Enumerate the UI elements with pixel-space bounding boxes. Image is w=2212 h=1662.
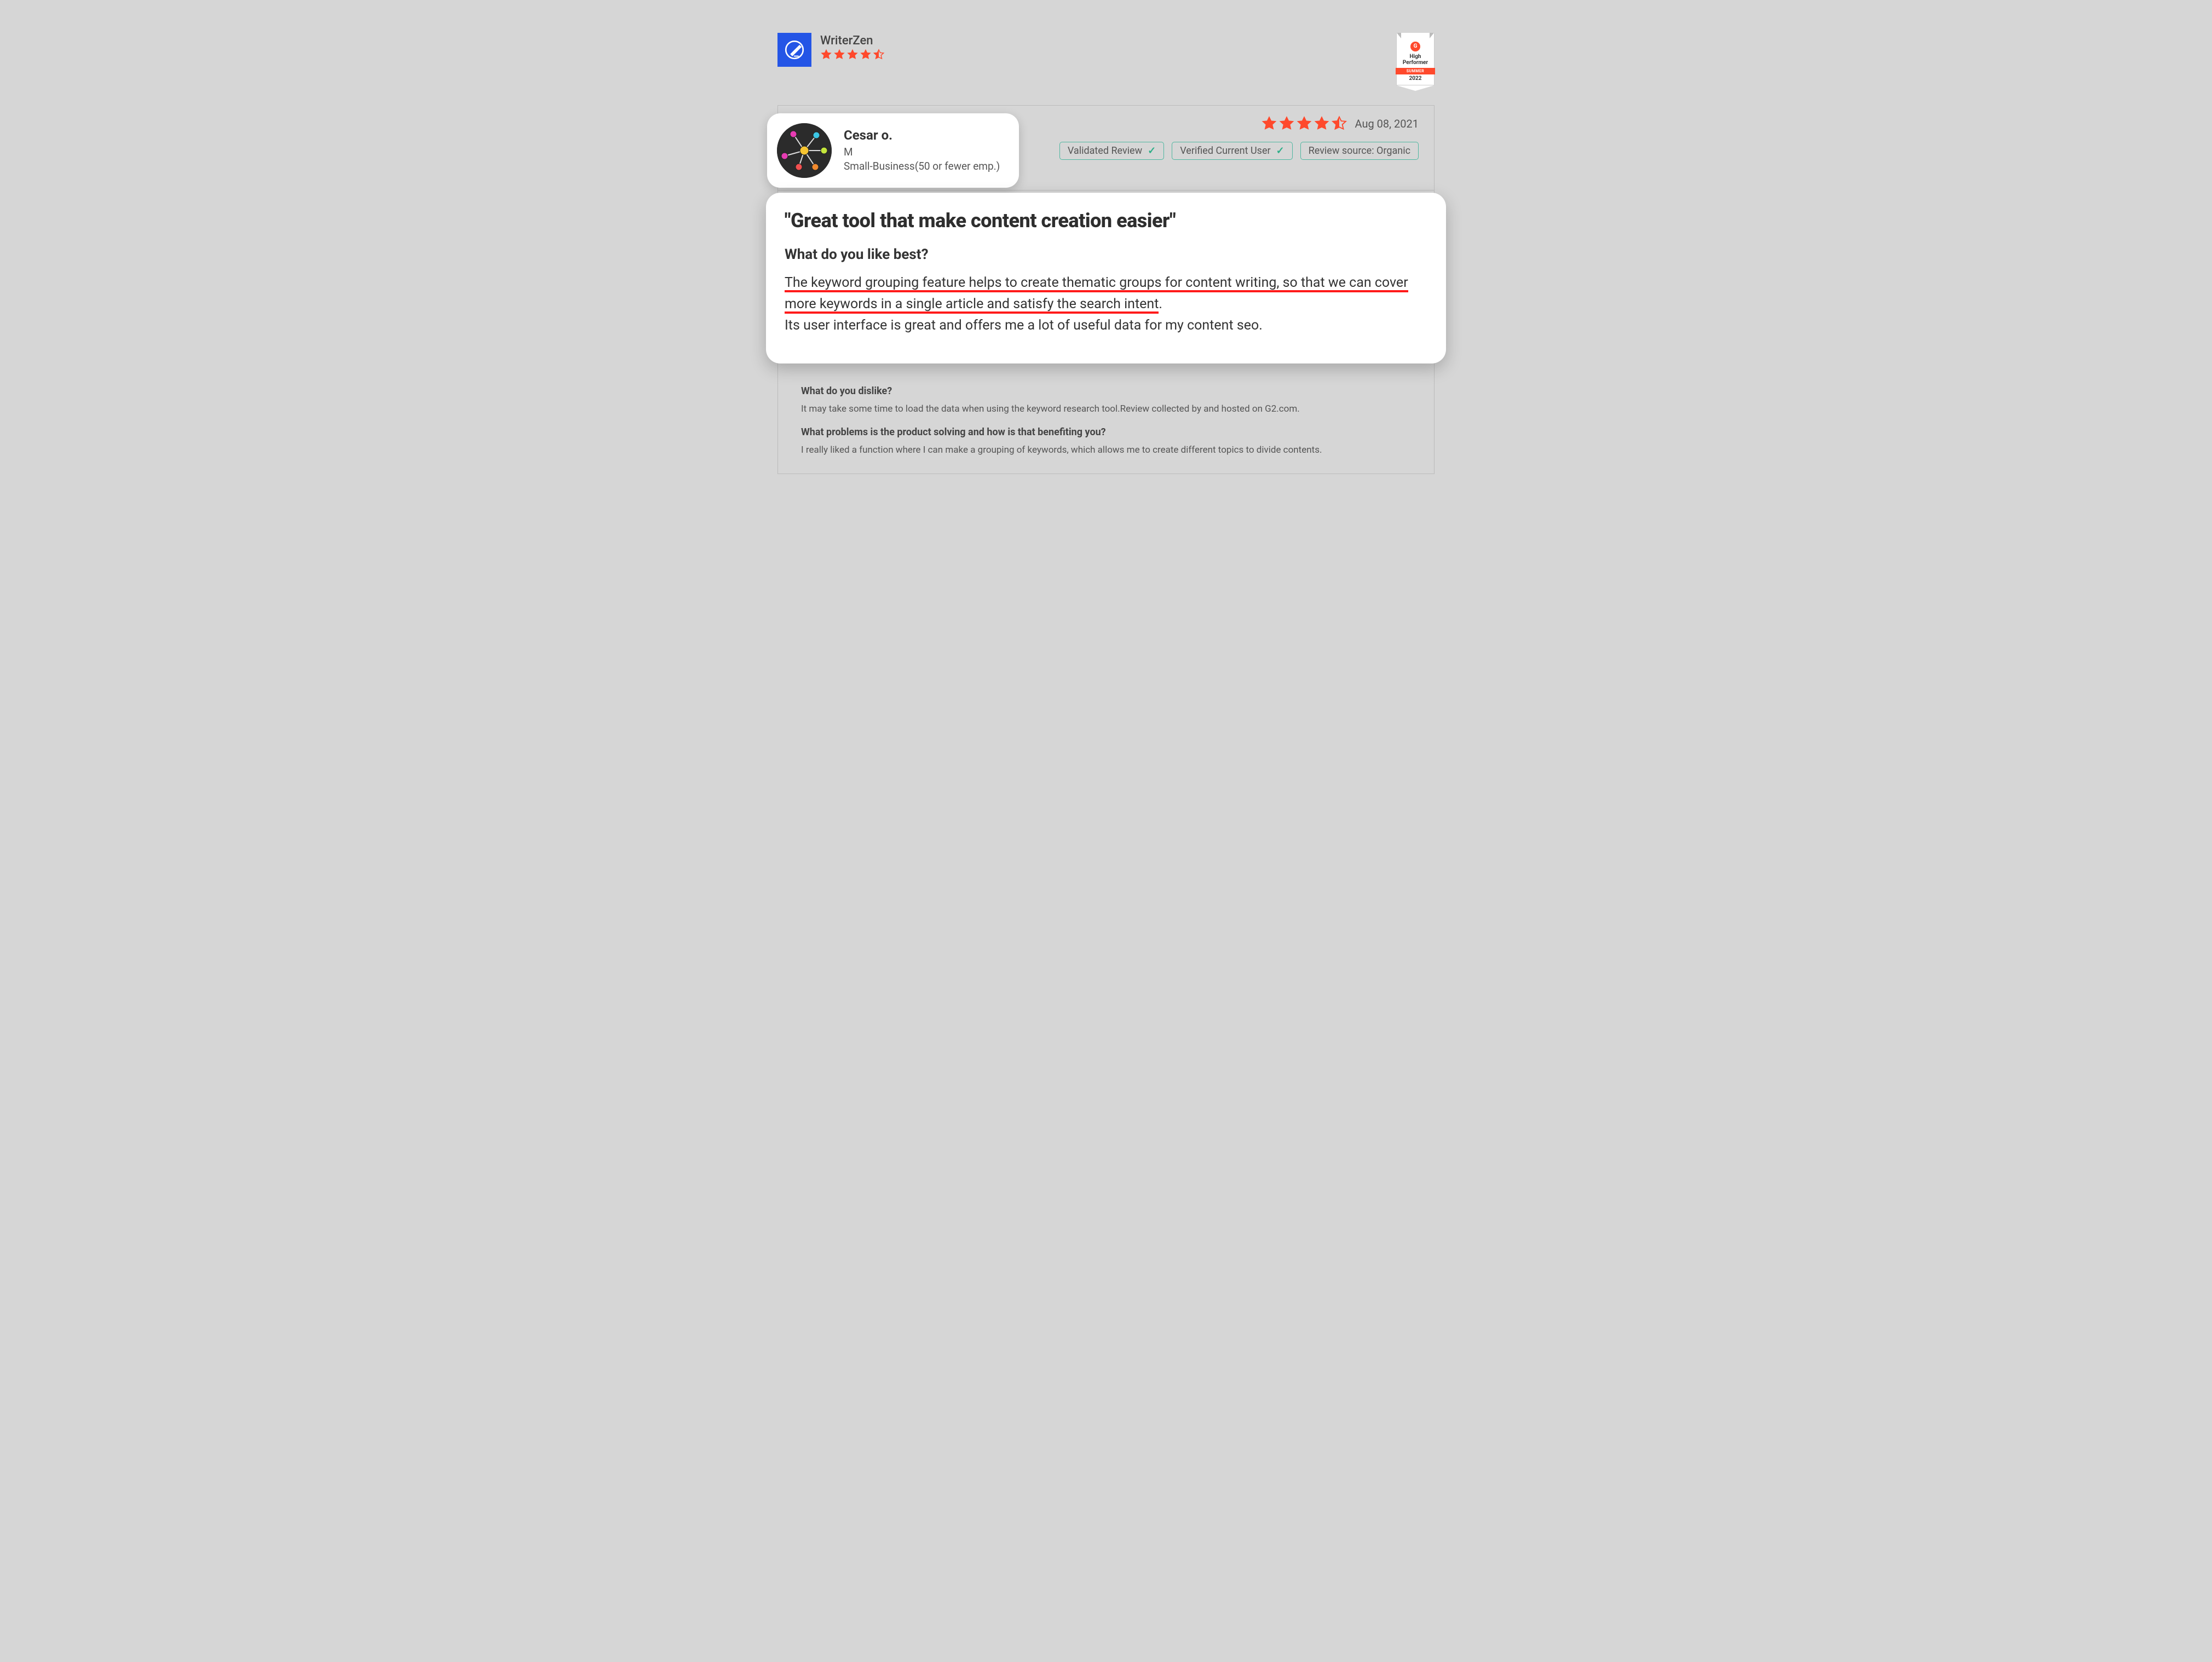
writerzen-logo-icon <box>783 38 806 61</box>
review-date: Aug 08, 2021 <box>1355 117 1419 130</box>
g2-logo-icon: G <box>1410 42 1420 51</box>
review-stars <box>1261 116 1347 132</box>
product-block: WriterZen <box>777 33 885 67</box>
answer-dislike: It may take some time to load the data w… <box>801 402 1411 417</box>
product-name: WriterZen <box>820 34 885 48</box>
badge-verified-user: Verified Current User ✓ <box>1172 142 1292 160</box>
answer-like-best: The keyword grouping feature helps to cr… <box>785 273 1427 336</box>
badge-validated-label: Validated Review <box>1068 145 1142 157</box>
review-screenshot: WriterZen G High Performer SUMMER 2022 <box>777 33 1435 474</box>
g2-badge-label: High Performer <box>1399 54 1432 66</box>
badges-row: Validated Review ✓ Verified Current User… <box>1059 142 1419 160</box>
secondary-qa: What do you dislike? It may take some ti… <box>778 363 1434 463</box>
badge-verified-label: Verified Current User <box>1180 145 1270 157</box>
product-logo <box>777 33 811 67</box>
reviewer-line1: M <box>844 145 1000 159</box>
question-like-best: What do you like best? <box>785 246 1427 263</box>
question-problems: What problems is the product solving and… <box>801 426 1411 438</box>
answer-rest: Its user interface is great and offers m… <box>785 318 1263 333</box>
header-row: WriterZen G High Performer SUMMER 2022 <box>777 33 1435 91</box>
badge-source: Review source: Organic <box>1300 142 1419 160</box>
question-dislike: What do you dislike? <box>801 385 1411 397</box>
reviewer-pod: Cesar o. M Small-Business(50 or fewer em… <box>767 113 1019 188</box>
review-title: "Great tool that make content creation e… <box>785 209 1427 232</box>
reviewer-info: Cesar o. M Small-Business(50 or fewer em… <box>844 128 1000 173</box>
badge-validated: Validated Review ✓ <box>1059 142 1164 160</box>
product-meta: WriterZen <box>820 33 885 61</box>
answer-problems: I really liked a function where I can ma… <box>801 443 1411 458</box>
review-card: Cesar o. M Small-Business(50 or fewer em… <box>777 105 1435 474</box>
badge-source-label: Review source: Organic <box>1309 145 1410 157</box>
g2-badge: G High Performer SUMMER 2022 <box>1396 33 1435 91</box>
highlight-body: "Great tool that make content creation e… <box>766 193 1446 363</box>
g2-badge-year: 2022 <box>1399 74 1432 83</box>
reviewer-avatar <box>777 123 832 178</box>
g2-badge-ribbon: SUMMER <box>1396 68 1435 74</box>
check-icon: ✓ <box>1148 145 1156 157</box>
check-icon: ✓ <box>1276 145 1284 157</box>
rating-block: Aug 08, 2021 Validated Review ✓ Verified… <box>1059 116 1419 160</box>
reviewer-name: Cesar o. <box>844 128 1000 143</box>
product-stars <box>820 49 885 61</box>
review-top: Cesar o. M Small-Business(50 or fewer em… <box>778 106 1434 191</box>
reviewer-line2: Small-Business(50 or fewer emp.) <box>844 159 1000 174</box>
answer-highlighted: The keyword grouping feature helps to cr… <box>785 275 1408 314</box>
